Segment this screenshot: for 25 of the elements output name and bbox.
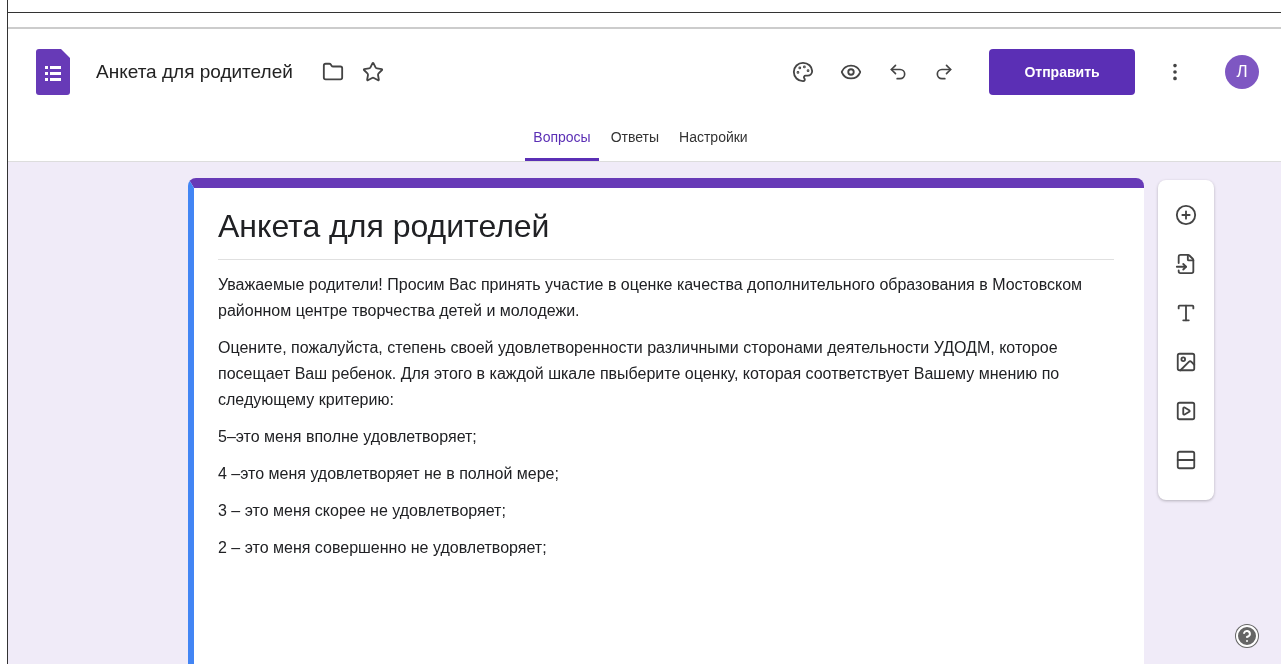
tab[interactable]: Ответы xyxy=(602,115,668,161)
video-icon[interactable] xyxy=(1175,400,1197,422)
description-paragraph: Оцените, пожалуйста, степень своей удовлетворенности различными сторонами деятельности УДОДМ, которое посещает Ваш ребенок. Для этого в каждой шкале пвыберите оценку, которая соответствует Вашему мнению по следующему критерию: xyxy=(218,338,1061,410)
help-icon[interactable] xyxy=(1235,624,1259,648)
add-icon[interactable] xyxy=(1175,204,1197,226)
forms-logo-icon xyxy=(36,49,70,95)
avatar[interactable]: Л xyxy=(1225,55,1259,89)
palette-icon[interactable] xyxy=(792,61,814,83)
description-paragraph: 3 – это меня скорее не удовлетворяет; xyxy=(218,501,507,521)
send-button[interactable]: Отправить xyxy=(989,49,1135,95)
star-icon[interactable] xyxy=(361,61,384,83)
import-icon[interactable] xyxy=(1175,253,1197,275)
form-title[interactable]: Анкета для родителей xyxy=(218,208,1114,260)
description-paragraph: Уважаемые родители! Просим Вас принять участие в оценке качества дополнительного образования в Мостовском районном центре творчества детей и молодежи. xyxy=(218,275,1084,321)
undo-icon[interactable] xyxy=(888,62,908,82)
document-title[interactable]: Анкета для родителей xyxy=(96,61,293,83)
description-paragraph: 5–это меня вполне удовлетворяет; xyxy=(218,427,478,447)
text-icon[interactable] xyxy=(1175,302,1197,324)
image-icon[interactable] xyxy=(1175,351,1197,373)
description-paragraph: 2 – это меня совершенно не удовлетворяет; xyxy=(218,538,548,558)
description-paragraph: 4 –это меня удовлетворяет не в полной мере; xyxy=(218,464,560,484)
tab[interactable]: Настройки xyxy=(671,115,756,161)
folder-icon[interactable] xyxy=(321,61,344,83)
redo-icon[interactable] xyxy=(934,62,954,82)
section-icon[interactable] xyxy=(1175,449,1197,471)
